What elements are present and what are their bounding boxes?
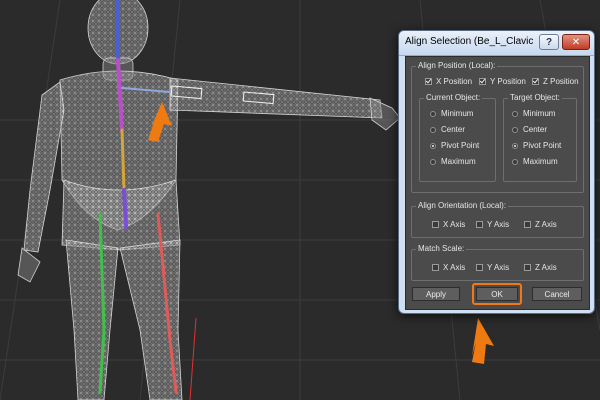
checkbox-checked-icon: [479, 78, 486, 85]
helper-line: [189, 317, 197, 400]
z-position-checkbox[interactable]: Z Position: [532, 77, 579, 86]
target-minimum-label: Minimum: [523, 109, 556, 118]
current-maximum-label: Maximum: [441, 157, 476, 166]
target-pivot-point-label: Pivot Point: [523, 141, 562, 150]
current-pivot-point-radio[interactable]: Pivot Point: [430, 141, 479, 150]
orientation-z-axis-label: Z Axis: [535, 220, 557, 229]
match-scale-title: Match Scale:: [416, 244, 467, 253]
y-position-checkbox[interactable]: Y Position: [479, 77, 526, 86]
checkbox-icon: [476, 264, 483, 271]
close-icon: ✕: [571, 36, 581, 48]
target-maximum-label: Maximum: [523, 157, 558, 166]
target-center-label: Center: [523, 125, 548, 134]
scale-z-axis-label: Z Axis: [535, 263, 557, 272]
align-selection-dialog: Align Selection (Be_L_ClavicleEn... ? ✕ …: [398, 30, 595, 314]
dialog-body: Align Position (Local): X Position Y Pos…: [405, 56, 590, 310]
checkbox-icon: [432, 221, 439, 228]
checkbox-icon: [524, 264, 531, 271]
align-orientation-group: Align Orientation (Local): X Axis Y Axis…: [411, 201, 584, 238]
radio-icon: [430, 158, 436, 165]
scale-x-axis-checkbox[interactable]: X Axis: [432, 263, 465, 272]
checkbox-checked-icon: [425, 78, 432, 85]
match-scale-group: Match Scale: X Axis Y Axis Z Axis: [411, 244, 584, 281]
current-minimum-label: Minimum: [441, 109, 474, 118]
help-icon: ?: [545, 36, 553, 48]
radio-selected-icon: [430, 142, 436, 149]
align-orientation-title: Align Orientation (Local):: [416, 201, 509, 210]
dialog-title: Align Selection (Be_L_ClavicleEn...: [405, 36, 533, 47]
current-center-label: Center: [441, 125, 466, 134]
current-pivot-point-label: Pivot Point: [441, 141, 480, 150]
checkbox-icon: [524, 221, 531, 228]
target-object-title: Target Object:: [508, 93, 562, 102]
orientation-x-axis-label: X Axis: [443, 220, 466, 229]
mesh-overlay: [24, 0, 382, 400]
orientation-y-axis-label: Y Axis: [487, 220, 510, 229]
target-maximum-radio[interactable]: Maximum: [512, 157, 558, 166]
x-position-checkbox[interactable]: X Position: [425, 77, 472, 86]
scale-y-axis-checkbox[interactable]: Y Axis: [476, 263, 509, 272]
radio-icon: [430, 126, 436, 133]
current-object-group: Current Object: Minimum Center Pivot Poi…: [419, 93, 496, 182]
target-center-radio[interactable]: Center: [512, 125, 547, 134]
y-position-label: Y Position: [490, 77, 526, 86]
apply-button[interactable]: Apply: [412, 287, 460, 301]
radio-icon: [512, 110, 518, 117]
z-position-label: Z Position: [543, 77, 579, 86]
scale-y-axis-label: Y Axis: [487, 263, 510, 272]
target-minimum-radio[interactable]: Minimum: [512, 109, 555, 118]
orientation-z-axis-checkbox[interactable]: Z Axis: [524, 220, 557, 229]
target-object-group: Target Object: Minimum Center Pivot Poin…: [503, 93, 577, 182]
current-minimum-radio[interactable]: Minimum: [430, 109, 473, 118]
scale-x-axis-label: X Axis: [443, 263, 466, 272]
current-center-radio[interactable]: Center: [430, 125, 465, 134]
radio-icon: [512, 158, 518, 165]
arrow-to-ok-icon: [472, 318, 494, 364]
cancel-button[interactable]: Cancel: [532, 287, 582, 301]
checkbox-checked-icon: [532, 78, 539, 85]
orientation-y-axis-checkbox[interactable]: Y Axis: [476, 220, 509, 229]
align-position-title: Align Position (Local):: [416, 61, 498, 70]
checkbox-icon: [476, 221, 483, 228]
radio-icon: [430, 110, 436, 117]
radio-icon: [512, 126, 518, 133]
checkbox-icon: [432, 264, 439, 271]
help-button[interactable]: ?: [539, 34, 559, 50]
x-position-label: X Position: [436, 77, 473, 86]
target-pivot-point-radio[interactable]: Pivot Point: [512, 141, 561, 150]
orientation-x-axis-checkbox[interactable]: X Axis: [432, 220, 465, 229]
scale-z-axis-checkbox[interactable]: Z Axis: [524, 263, 557, 272]
dialog-titlebar[interactable]: Align Selection (Be_L_ClavicleEn... ? ✕: [399, 31, 594, 56]
align-position-group: Align Position (Local): X Position Y Pos…: [411, 61, 584, 193]
radio-selected-icon: [512, 142, 518, 149]
current-object-title: Current Object:: [424, 93, 483, 102]
ok-button[interactable]: OK: [476, 287, 518, 301]
close-button[interactable]: ✕: [562, 34, 590, 50]
current-maximum-radio[interactable]: Maximum: [430, 157, 476, 166]
